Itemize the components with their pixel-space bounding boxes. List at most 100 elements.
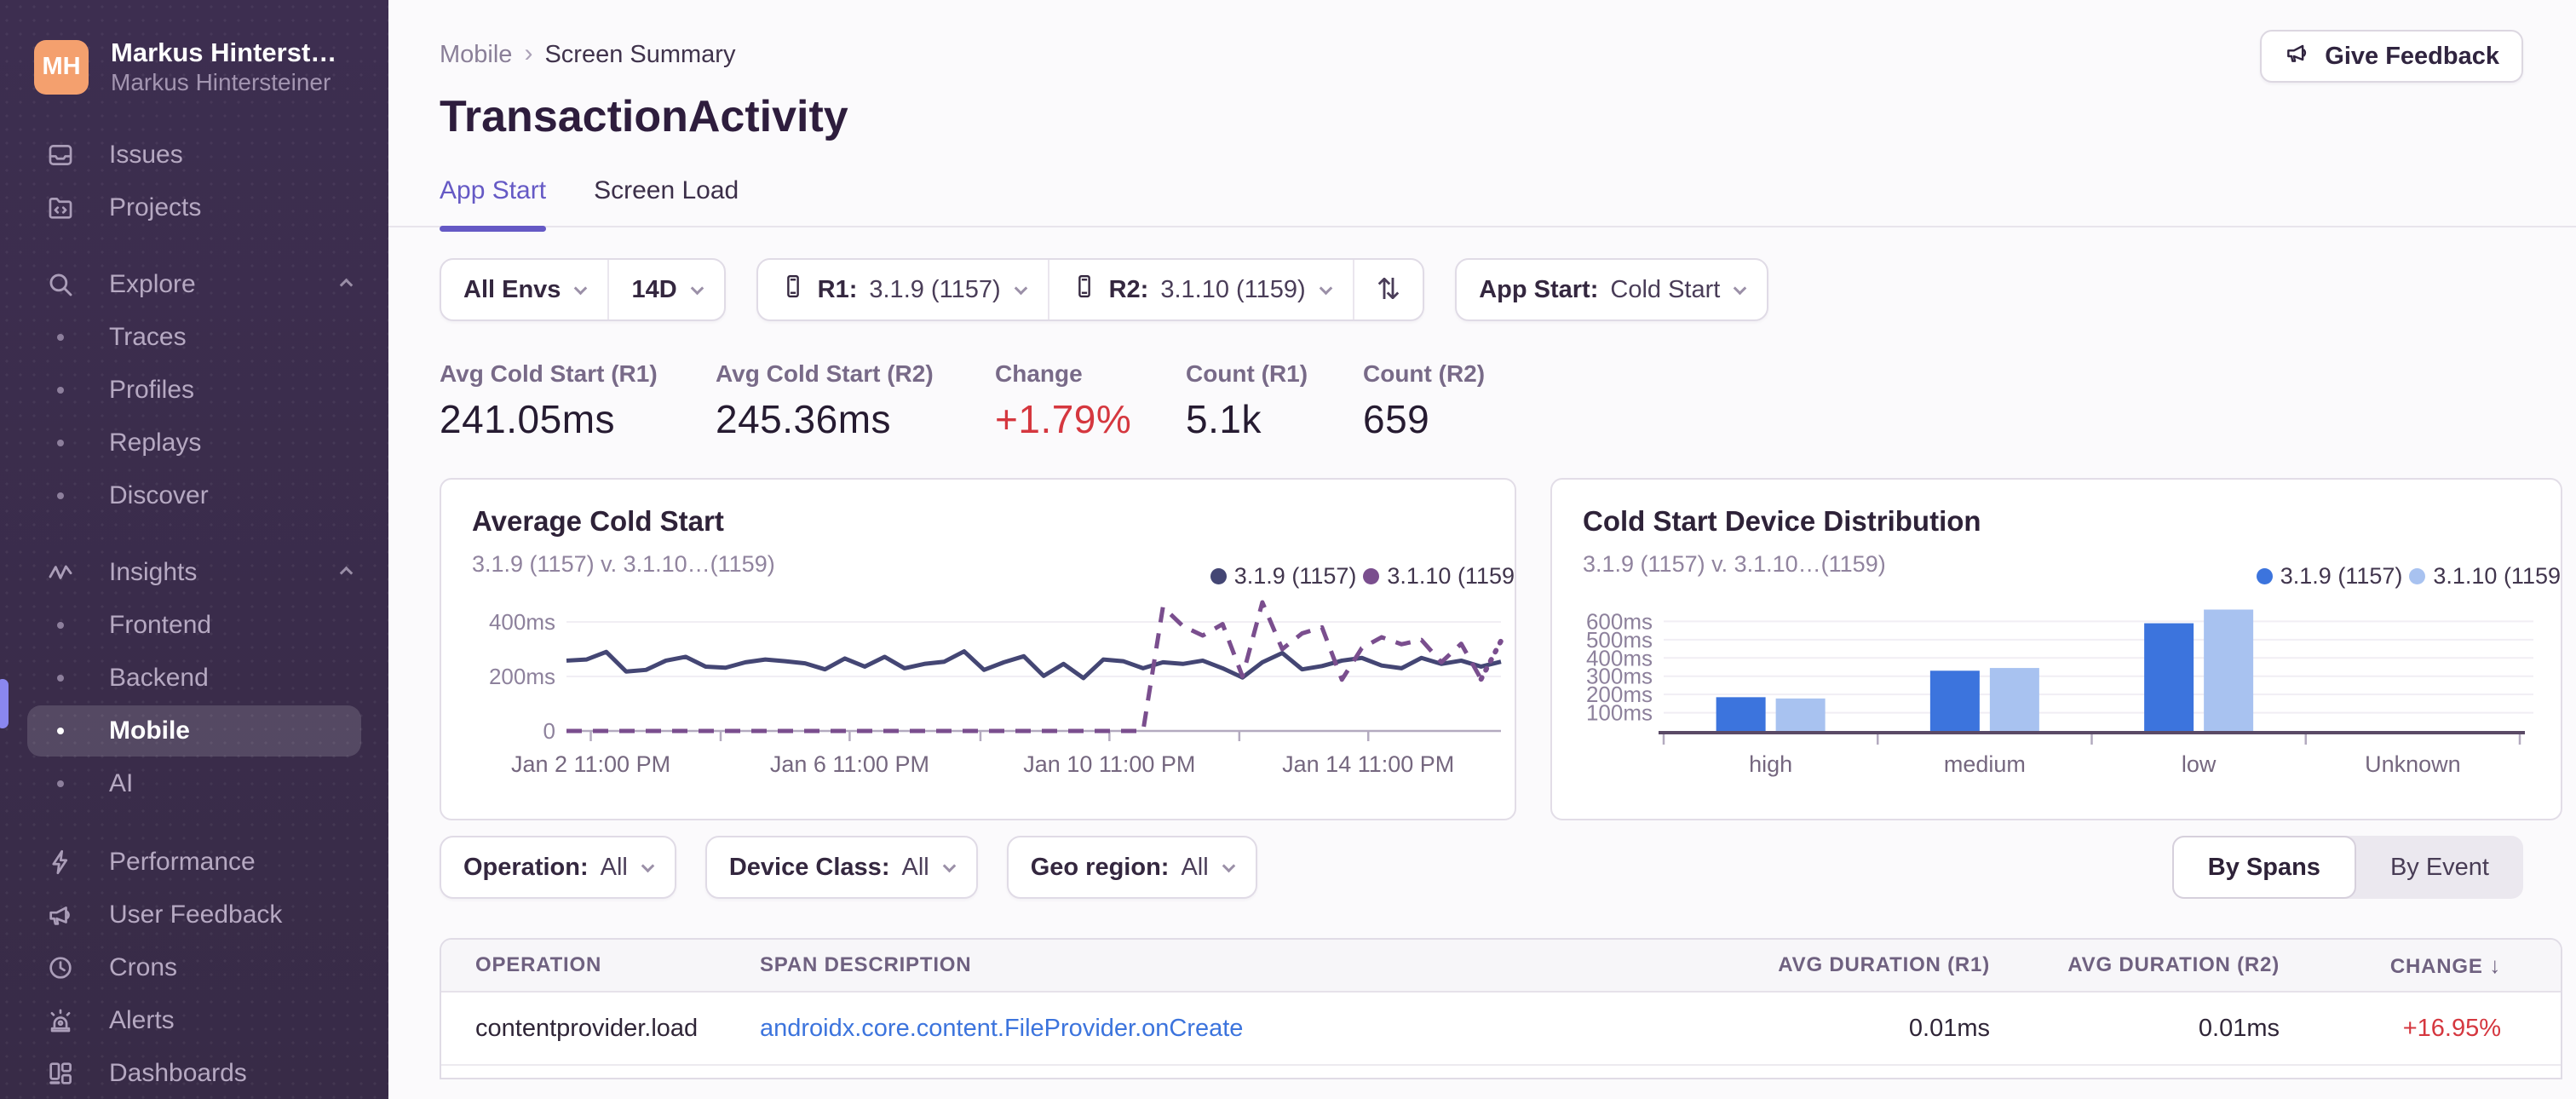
- tab-screen-load[interactable]: Screen Load: [594, 176, 739, 226]
- col-avg-duration-r1[interactable]: Avg Duration (R1): [1709, 953, 1990, 977]
- bullet-icon: [44, 334, 77, 341]
- operation-filter-chip[interactable]: Operation: All: [440, 836, 676, 899]
- sidebar-item-explore[interactable]: Explore: [0, 258, 388, 311]
- sidebar-item-label: Discover: [109, 481, 209, 509]
- sidebar-nav: Issues Projects Explore Traces Profiles Repla…: [0, 129, 388, 1099]
- stat-label: Avg Cold Start (R1): [440, 360, 658, 387]
- view-toggle: By Spans By Event: [2171, 836, 2523, 899]
- bullet-icon: [44, 492, 77, 499]
- sidebar-item-replays[interactable]: Replays: [0, 417, 388, 469]
- issues-icon: [44, 141, 77, 170]
- tab-bar: App Start Screen Load: [440, 176, 2562, 232]
- sidebar-item-ai[interactable]: AI: [0, 757, 388, 810]
- stat-count-r1-: Count (R1) 5.1k: [1186, 360, 1363, 442]
- sidebar-item-crons[interactable]: Crons: [0, 941, 388, 994]
- sidebar-item-discover[interactable]: Discover: [0, 469, 388, 522]
- sidebar-item-issues[interactable]: Issues: [0, 129, 388, 181]
- chevron-up-icon: [339, 566, 354, 579]
- app-start-type-dropdown[interactable]: App Start: Cold Start: [1457, 260, 1767, 319]
- chevron-down-icon: [1014, 281, 1027, 295]
- bullet-icon: [44, 387, 77, 394]
- sidebar-item-profiles[interactable]: Profiles: [0, 364, 388, 417]
- chevron-down-icon: [641, 859, 655, 872]
- breadcrumb-mobile[interactable]: Mobile: [440, 41, 512, 69]
- chevron-right-icon: ›: [524, 39, 533, 67]
- give-feedback-button[interactable]: Give Feedback: [2260, 30, 2523, 83]
- table-row-partial: [441, 1066, 2561, 1078]
- org-switcher[interactable]: MH Markus Hinterst… Markus Hintersteiner: [0, 0, 388, 96]
- chevron-down-icon: [1319, 281, 1332, 295]
- sidebar-item-projects[interactable]: Projects: [0, 181, 388, 234]
- legend-dot-icon: [2256, 568, 2273, 584]
- release2-dropdown[interactable]: R2: 3.1.10 (1159): [1047, 260, 1353, 319]
- stat-label: Change: [995, 360, 1083, 387]
- sidebar-item-insights[interactable]: Insights: [0, 546, 388, 599]
- lightning-icon: [44, 848, 77, 877]
- legend-dot-icon: [1210, 568, 1227, 584]
- cell-span-description-link[interactable]: androidx.core.content.FileProvider.onCre…: [760, 1015, 1709, 1043]
- search-icon: [44, 270, 77, 299]
- give-feedback-label: Give Feedback: [2325, 42, 2499, 70]
- stats-row: Avg Cold Start (R1) 241.05ms Avg Cold Star…: [440, 360, 2562, 442]
- stat-value: 5.1k: [1186, 397, 1262, 441]
- table-body: contentprovider.load androidx.core.conten…: [441, 993, 2561, 1066]
- sidebar-item-label: Frontend: [109, 611, 212, 639]
- sidebar-item-user-feedback[interactable]: User Feedback: [0, 889, 388, 941]
- sidebar-item-label: Projects: [109, 193, 202, 222]
- bullet-icon: [44, 728, 77, 734]
- release-compare-chip: R1: 3.1.9 (1157) R2: 3.1.10 (1159) ⇅: [756, 258, 1425, 321]
- toggle-by-event[interactable]: By Event: [2356, 836, 2523, 899]
- sidebar-item-alerts[interactable]: Alerts: [0, 994, 388, 1047]
- chevron-down-icon: [1222, 859, 1235, 872]
- active-nav-indicator: [0, 679, 9, 728]
- megaphone-icon: [44, 900, 77, 929]
- stat-label: Count (R2): [1363, 360, 1486, 387]
- sidebar-item-dashboards[interactable]: Dashboards: [0, 1047, 388, 1099]
- chevron-down-icon: [942, 859, 956, 872]
- svg-text:Jan 10 11:00 PM: Jan 10 11:00 PM: [1023, 751, 1195, 777]
- sort-desc-icon: ↓: [2489, 952, 2501, 978]
- stat-label: Avg Cold Start (R2): [716, 360, 934, 387]
- chevron-up-icon: [339, 278, 354, 291]
- environment-dropdown[interactable]: All Envs: [441, 260, 607, 319]
- org-name: Markus Hinterst…: [111, 37, 337, 67]
- stat-avg-cold-start-r1-: Avg Cold Start (R1) 241.05ms: [440, 360, 716, 442]
- sidebar-item-mobile[interactable]: Mobile: [0, 705, 388, 757]
- chevron-down-icon: [690, 281, 704, 295]
- col-operation[interactable]: Operation: [475, 953, 760, 977]
- stat-label: Count (R1): [1186, 360, 1308, 387]
- bullet-icon: [44, 622, 77, 629]
- release1-dropdown[interactable]: R1: 3.1.9 (1157): [758, 260, 1048, 319]
- sidebar-item-label: Alerts: [109, 1006, 175, 1034]
- col-change[interactable]: Change ↓: [2280, 952, 2501, 979]
- app-window: MH Markus Hinterst… Markus Hintersteiner…: [0, 0, 2576, 1099]
- col-avg-duration-r2[interactable]: Avg Duration (R2): [1990, 953, 2280, 977]
- avg-cold-start-chart-card: Average Cold Start 3.1.9 (1157) v. 3.1.1…: [440, 478, 1516, 820]
- sidebar-item-frontend[interactable]: Frontend: [0, 599, 388, 652]
- device-distribution-chart-card: Cold Start Device Distribution 3.1.9 (11…: [1550, 478, 2562, 820]
- sidebar-item-label: User Feedback: [109, 900, 283, 929]
- date-range-dropdown[interactable]: 14D: [607, 260, 723, 319]
- sidebar-item-performance[interactable]: Performance: [0, 836, 388, 889]
- stat-value: 245.36ms: [716, 397, 892, 441]
- col-span-description[interactable]: Span Description: [760, 953, 1709, 977]
- sidebar-item-label: Issues: [109, 141, 183, 169]
- svg-text:low: low: [2182, 751, 2217, 777]
- bullet-icon: [44, 780, 77, 787]
- legend-dot-icon: [1363, 568, 1380, 584]
- sidebar-item-label: Explore: [109, 270, 196, 298]
- device-class-filter-chip[interactable]: Device Class: All: [704, 836, 978, 899]
- mobile-phone-icon: [780, 273, 806, 306]
- sidebar-item-label: AI: [109, 769, 134, 797]
- breadcrumb-screen-summary: Screen Summary: [544, 41, 736, 68]
- mobile-phone-icon: [1072, 273, 1097, 306]
- swap-releases-button[interactable]: ⇅: [1352, 260, 1423, 319]
- toggle-by-spans[interactable]: By Spans: [2171, 836, 2356, 899]
- avatar[interactable]: MH: [34, 39, 89, 95]
- tab-app-start[interactable]: App Start: [440, 176, 547, 232]
- geo-region-filter-chip[interactable]: Geo region: All: [1006, 836, 1257, 899]
- sidebar-item-backend[interactable]: Backend: [0, 652, 388, 705]
- filter-bar: All Envs 14D R1: 3.1.9 (1157) R2: 3.1.10…: [440, 258, 2562, 321]
- sidebar-item-traces[interactable]: Traces: [0, 311, 388, 364]
- bar-chart: 600ms 500ms 400ms 300ms 200ms 100ms high medium…: [1583, 586, 2561, 808]
